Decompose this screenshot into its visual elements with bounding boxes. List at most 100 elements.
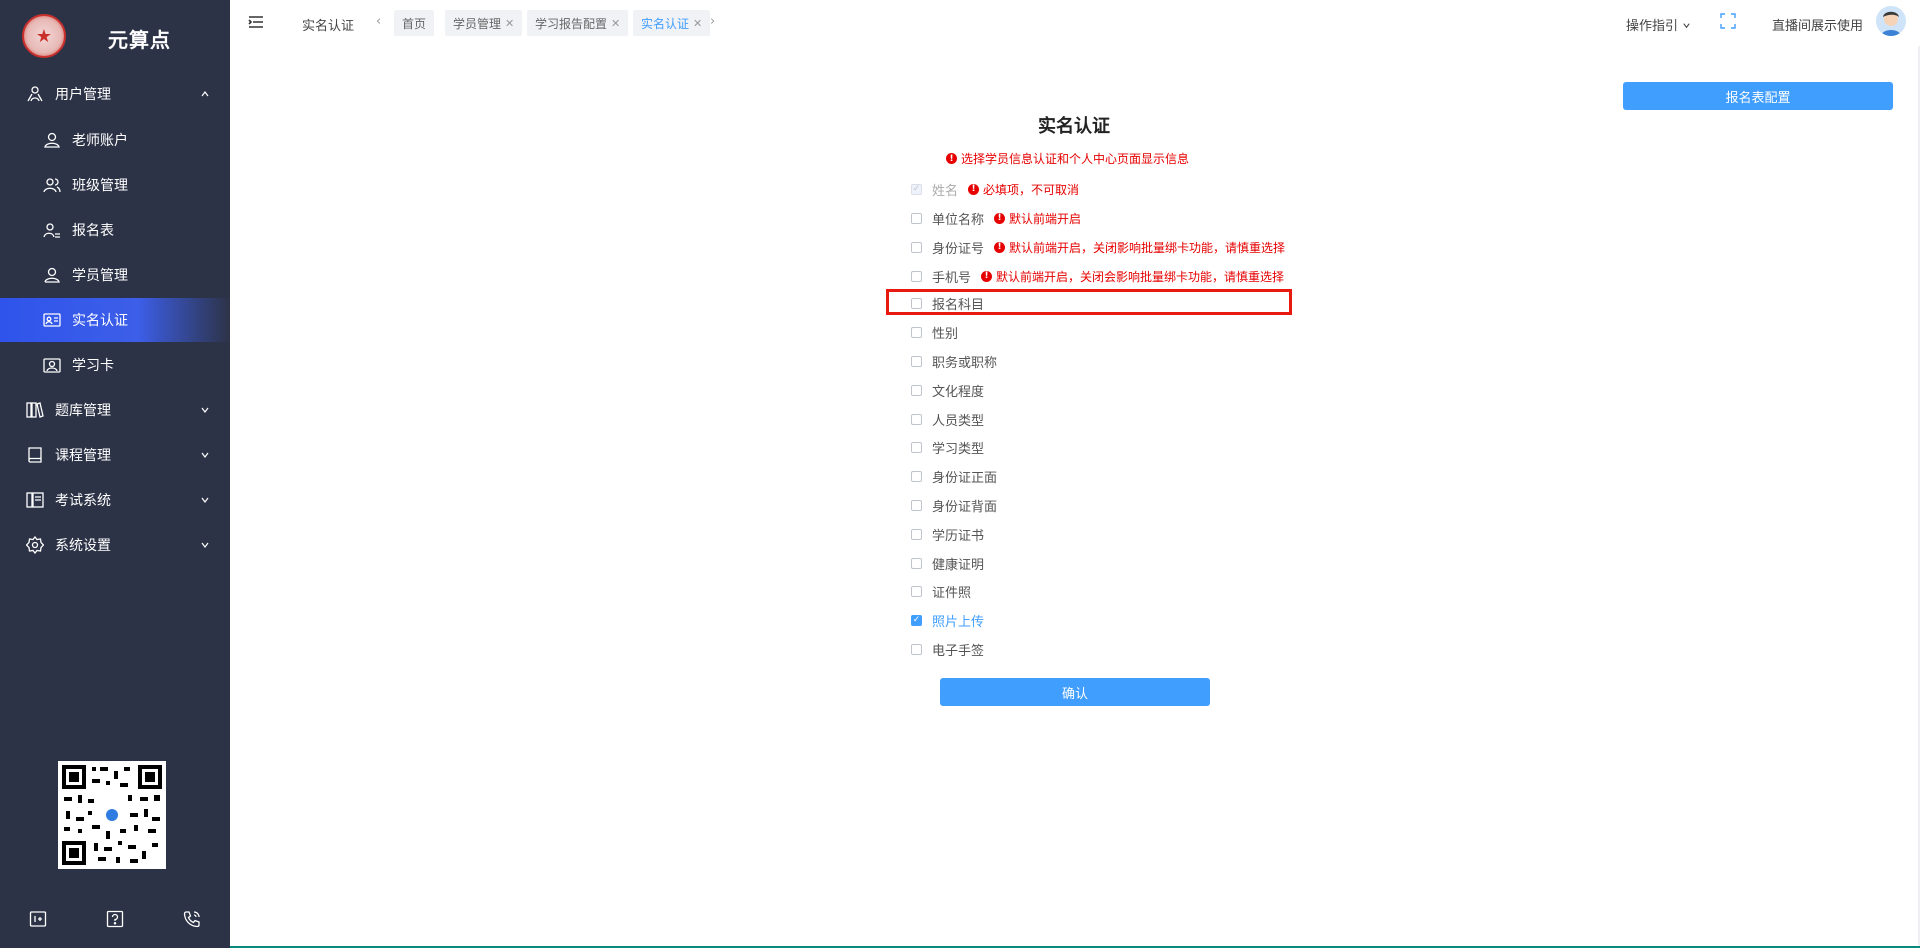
- field-name[interactable]: ✓ 姓名 ! 必填项，不可取消: [911, 179, 1079, 199]
- field-label: 职务或职称: [932, 355, 998, 371]
- field-id-back[interactable]: 身份证背面: [911, 495, 997, 515]
- app-name: 元算点: [108, 28, 171, 52]
- checkbox[interactable]: [911, 212, 922, 224]
- chevron-down-icon: [200, 448, 210, 464]
- field-label: 人员类型: [932, 413, 985, 429]
- tab-label: 学员管理: [453, 16, 502, 31]
- sidebar-item-label: 学习卡: [72, 358, 114, 374]
- checkbox[interactable]: [911, 413, 922, 425]
- field-label: 学历证书: [932, 528, 985, 544]
- field-diploma[interactable]: 学历证书: [911, 524, 984, 544]
- checkbox[interactable]: [911, 499, 922, 511]
- tab-student-management[interactable]: 学员管理 ✕: [445, 10, 523, 36]
- sidebar-group-question-bank[interactable]: 题库管理: [0, 388, 230, 432]
- tab-label: 首页: [402, 16, 427, 31]
- sidebar-group-course-management[interactable]: 课程管理: [0, 433, 230, 477]
- checkbox[interactable]: [911, 557, 922, 569]
- tab-study-report-config[interactable]: 学习报告配置 ✕: [527, 10, 629, 36]
- checkbox[interactable]: [911, 470, 922, 482]
- field-phone[interactable]: 手机号 ! 默认前端开启，关闭会影响批量绑卡功能，请慎重选择: [911, 266, 1284, 286]
- field-job-title[interactable]: 职务或职称: [911, 351, 997, 371]
- sidebar-group-exam-system[interactable]: 考试系统: [0, 478, 230, 522]
- phone-icon[interactable]: [181, 908, 203, 930]
- student-icon: [42, 265, 62, 285]
- sidebar-item-registration-form[interactable]: 报名表: [0, 208, 230, 252]
- sidebar-item-class-management[interactable]: 班级管理: [0, 163, 230, 207]
- checkbox[interactable]: [911, 528, 922, 540]
- field-education-level[interactable]: 文化程度: [911, 380, 984, 400]
- checkbox[interactable]: ✓: [911, 614, 922, 626]
- checkbox[interactable]: [911, 643, 922, 655]
- field-e-signature[interactable]: 电子手签: [911, 639, 984, 659]
- panel-icon[interactable]: [27, 908, 49, 930]
- warning-icon: !: [981, 270, 993, 282]
- qr-code: [58, 761, 166, 869]
- chevron-down-icon: [200, 538, 210, 554]
- field-id-number[interactable]: 身份证号 ! 默认前端开启，关闭影响批量绑卡功能，请慎重选择: [911, 237, 1285, 257]
- field-label: 单位名称: [932, 212, 985, 228]
- checkbox[interactable]: [911, 326, 922, 338]
- tab-home[interactable]: 首页: [394, 10, 435, 36]
- hint-text: 选择学员信息认证和个人中心页面显示信息: [961, 152, 1190, 166]
- field-label: 照片上传: [932, 614, 985, 630]
- fullscreen-icon[interactable]: [1720, 13, 1736, 33]
- checkbox[interactable]: [911, 270, 922, 282]
- sidebar-item-label: 实名认证: [72, 313, 128, 329]
- sidebar-item-study-card[interactable]: 学习卡: [0, 343, 230, 387]
- sidebar-item-label: 学员管理: [72, 268, 128, 284]
- checkbox[interactable]: [911, 355, 922, 367]
- help-icon[interactable]: [104, 908, 126, 930]
- sidebar: ★ 元算点 用户管理 老师账户 班级管理 报名表 学员管理 实名认证 学习卡 题…: [0, 0, 230, 948]
- close-icon[interactable]: ✕: [611, 17, 620, 30]
- tab-label: 实名认证: [641, 16, 690, 31]
- field-health-certificate[interactable]: 健康证明: [911, 553, 984, 573]
- checkbox[interactable]: [911, 384, 922, 396]
- close-icon[interactable]: ✕: [693, 17, 702, 30]
- tabs-scroll-right-icon[interactable]: ›: [710, 14, 715, 29]
- field-gender[interactable]: 性别: [911, 322, 958, 342]
- field-note: ! 默认前端开启: [994, 210, 1081, 227]
- tab-real-name-auth[interactable]: 实名认证 ✕: [633, 10, 711, 36]
- chevron-down-icon: [200, 493, 210, 509]
- sidebar-group-system-settings[interactable]: 系统设置: [0, 523, 230, 567]
- checkbox[interactable]: [911, 585, 922, 597]
- hint-message: ! 选择学员信息认证和个人中心页面显示信息: [946, 150, 1189, 167]
- sidebar-item-label: 老师账户: [72, 133, 128, 149]
- warning-icon: !: [994, 212, 1006, 224]
- field-photo-upload[interactable]: ✓ 照片上传: [911, 610, 984, 630]
- checkbox[interactable]: ✓: [911, 183, 922, 195]
- field-id-front[interactable]: 身份证正面: [911, 466, 997, 486]
- confirm-button[interactable]: 确认: [940, 678, 1210, 706]
- warning-icon: !: [968, 183, 980, 195]
- field-personnel-type[interactable]: 人员类型: [911, 409, 984, 429]
- field-id-photo[interactable]: 证件照: [911, 581, 971, 601]
- avatar[interactable]: [1876, 6, 1906, 36]
- field-note-text: 默认前端开启: [1009, 211, 1082, 226]
- checkbox[interactable]: [911, 241, 922, 253]
- sidebar-item-student-management[interactable]: 学员管理: [0, 253, 230, 297]
- user-group-icon: [25, 84, 45, 104]
- field-note-text: 默认前端开启，关闭会影响批量绑卡功能，请慎重选择: [996, 269, 1285, 284]
- field-study-type[interactable]: 学习类型: [911, 437, 984, 457]
- registration-form-config-button[interactable]: 报名表配置: [1623, 82, 1893, 110]
- menu-toggle-icon[interactable]: [248, 14, 264, 33]
- checkbox[interactable]: [911, 441, 922, 453]
- field-unit-name[interactable]: 单位名称 ! 默认前端开启: [911, 208, 1081, 228]
- guide-label: 操作指引: [1626, 19, 1679, 34]
- highlight-box: [886, 289, 1292, 315]
- close-icon[interactable]: ✕: [505, 17, 514, 30]
- operation-guide-dropdown[interactable]: 操作指引: [1626, 15, 1691, 34]
- tab-label: 学习报告配置: [535, 16, 608, 31]
- sidebar-item-teacher-account[interactable]: 老师账户: [0, 118, 230, 162]
- sidebar-group-user-management[interactable]: 用户管理: [0, 72, 230, 116]
- field-note: ! 必填项，不可取消: [968, 181, 1079, 198]
- sidebar-item-real-name-auth[interactable]: 实名认证: [0, 298, 230, 342]
- field-label: 身份证正面: [932, 470, 998, 486]
- user-form-icon: [42, 220, 62, 240]
- page-heading: 实名认证: [1038, 116, 1110, 137]
- user-name[interactable]: 直播间展示使用: [1772, 15, 1863, 34]
- field-label: 健康证明: [932, 557, 985, 573]
- tabs-scroll-left-icon[interactable]: ‹: [376, 14, 381, 29]
- field-label: 电子手签: [932, 643, 985, 659]
- books-icon: [25, 400, 45, 420]
